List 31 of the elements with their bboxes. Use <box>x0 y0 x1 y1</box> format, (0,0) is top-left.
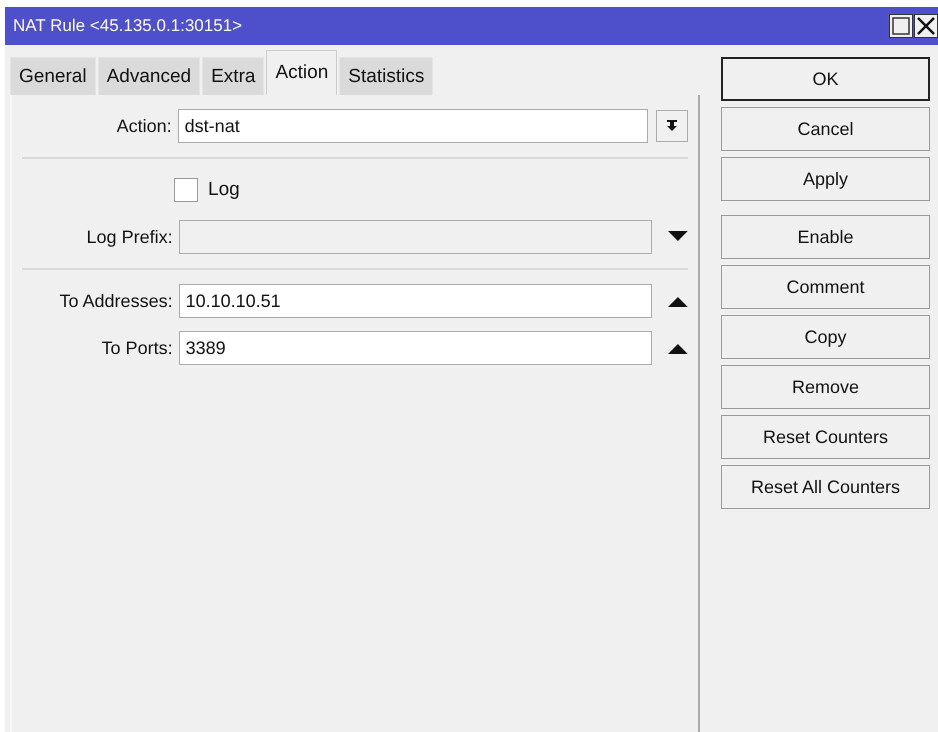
dialog-button[interactable]: Remove <box>721 365 930 409</box>
field-label: Log Prefix: <box>86 226 173 248</box>
collapse-arrow-icon[interactable] <box>668 295 688 307</box>
input-field[interactable]: 10.10.10.51 <box>178 284 652 318</box>
log-checkbox[interactable] <box>174 178 198 202</box>
tab[interactable]: Action <box>266 50 338 95</box>
dialog-button[interactable]: Apply <box>721 157 930 201</box>
dialog-button[interactable]: Cancel <box>721 107 930 151</box>
dialog-button[interactable]: Comment <box>721 265 930 309</box>
tab[interactable]: Advanced <box>98 57 200 95</box>
tab[interactable]: Extra <box>202 57 264 95</box>
maximize-button[interactable] <box>889 14 913 38</box>
field-label: To Ports: <box>100 338 173 358</box>
expand-arrow-icon[interactable] <box>668 231 688 243</box>
dialog-button[interactable]: Copy <box>721 315 930 359</box>
arrow-to-bottom-icon <box>665 119 680 133</box>
field-label: To Addresses: <box>58 290 173 312</box>
dialog-button[interactable]: Reset Counters <box>721 415 930 459</box>
dialog-button[interactable]: Enable <box>721 215 930 259</box>
window-title: NAT Rule <45.135.0.1:30151> <box>13 16 242 36</box>
tab[interactable]: Statistics <box>339 57 434 95</box>
checkbox-label: Log <box>208 179 240 201</box>
dialog-button[interactable]: Reset All Counters <box>721 465 930 509</box>
tab[interactable]: General <box>10 57 96 95</box>
action-field[interactable]: dst-nat <box>178 109 648 143</box>
collapse-arrow-icon[interactable] <box>668 342 688 354</box>
dropdown-button[interactable] <box>656 110 688 142</box>
input-field[interactable]: 3389 <box>178 331 652 365</box>
close-button[interactable] <box>914 14 938 38</box>
field-label: Action: <box>116 116 172 136</box>
dialog-button[interactable]: OK <box>721 57 930 101</box>
